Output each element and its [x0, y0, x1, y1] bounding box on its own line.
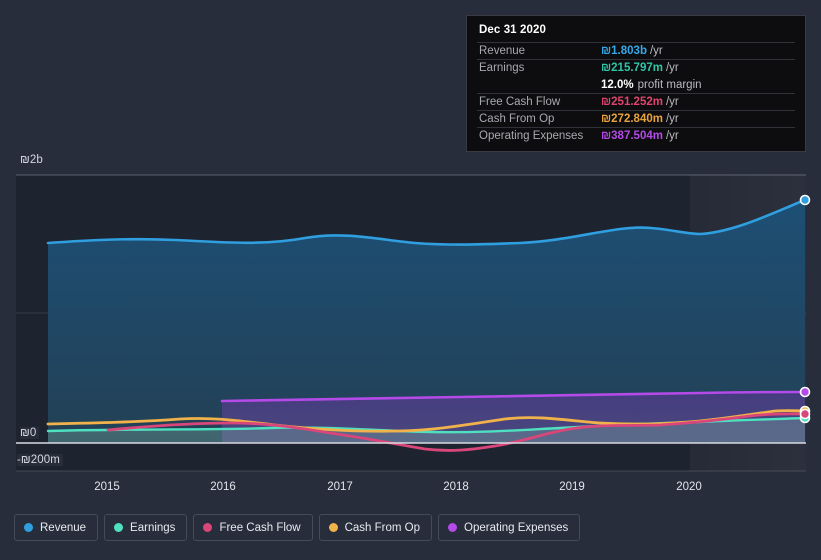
tooltip-value-earnings: ₪215.797m [601, 62, 663, 74]
tooltip-unit-revenue: /yr [649, 45, 663, 57]
tooltip-row-free-cash-flow: Free Cash Flow ₪251.252m /yr [477, 93, 795, 110]
tooltip-unit-free-cash-flow: /yr [665, 96, 679, 108]
tooltip-value-free-cash-flow: ₪251.252m [601, 96, 663, 108]
tooltip-label-operating-expenses: Operating Expenses [479, 130, 584, 142]
chart-page: ₪2b ₪0 -₪200m 2015 2016 2017 2018 2019 2… [0, 0, 821, 560]
tooltip-label-revenue: Revenue [479, 45, 526, 57]
tooltip-value-cash-from-op: ₪272.840m [601, 113, 663, 125]
tooltip-unit-operating-expenses: /yr [665, 130, 679, 142]
legend-dot-icon-earnings [114, 523, 124, 532]
tooltip-row-operating-expenses: Operating Expenses ₪387.504m /yr [477, 127, 795, 144]
tooltip-row-cash-from-op: Cash From Op ₪272.840m /yr [477, 110, 795, 127]
legend-label-cash-from-op: Cash From Op [344, 521, 421, 534]
legend-item-revenue[interactable]: Revenue [14, 514, 99, 541]
legend-label-revenue: Revenue [40, 521, 87, 534]
tooltip-row-earnings: Earnings ₪215.797m /yr [477, 59, 795, 76]
y-axis-tick-top: ₪2b [20, 154, 46, 166]
tooltip-row-revenue: Revenue ₪1.803b /yr [477, 42, 795, 59]
legend-label-free-cash-flow: Free Cash Flow [219, 521, 301, 534]
tooltip-value-operating-expenses: ₪387.504m [601, 130, 663, 142]
tooltip-margin-label: profit margin [637, 78, 702, 91]
x-axis-tick-2016: 2016 [210, 481, 236, 493]
tooltip-margin-value: 12.0% [601, 78, 634, 91]
tooltip-date: Dec 31 2020 [479, 24, 546, 36]
x-axis-tick-2020: 2020 [676, 481, 702, 493]
endpoint-marker-opex [799, 386, 811, 398]
endpoint-marker-revenue [799, 194, 811, 206]
legend-item-earnings[interactable]: Earnings [104, 514, 188, 541]
tooltip-label-earnings: Earnings [479, 62, 525, 74]
legend-item-cash-from-op[interactable]: Cash From Op [318, 514, 433, 541]
endpoint-marker-freecashflow [799, 408, 811, 420]
x-axis-tick-2019: 2019 [559, 481, 585, 493]
tooltip-value-revenue: ₪1.803b [601, 45, 647, 57]
y-axis-tick-bottom: -₪200m [17, 454, 63, 466]
legend-item-free-cash-flow[interactable]: Free Cash Flow [193, 514, 313, 541]
legend-dot-icon-operating-expenses [448, 523, 458, 532]
y-axis-tick-zero: ₪0 [20, 427, 40, 439]
tooltip-label-free-cash-flow: Free Cash Flow [479, 96, 561, 108]
x-axis-tick-2017: 2017 [327, 481, 353, 493]
chart-tooltip: Dec 31 2020 Revenue ₪1.803b /yr Earnings… [466, 15, 806, 152]
tooltip-label-cash-from-op: Cash From Op [479, 113, 555, 125]
chart-legend: Revenue Earnings Free Cash Flow Cash Fro… [14, 514, 581, 541]
legend-dot-icon-free-cash-flow [203, 523, 213, 532]
legend-dot-icon-revenue [24, 523, 33, 532]
tooltip-profit-margin: 12.0% profit margin [477, 76, 795, 93]
legend-dot-icon-cash-from-op [328, 523, 338, 532]
legend-label-earnings: Earnings [130, 521, 176, 534]
legend-label-operating-expenses: Operating Expenses [464, 521, 569, 534]
tooltip-unit-earnings: /yr [665, 62, 679, 74]
x-axis-tick-2018: 2018 [443, 481, 469, 493]
legend-item-operating-expenses[interactable]: Operating Expenses [438, 514, 581, 541]
tooltip-unit-cash-from-op: /yr [665, 113, 679, 125]
x-axis-tick-2015: 2015 [94, 481, 120, 493]
